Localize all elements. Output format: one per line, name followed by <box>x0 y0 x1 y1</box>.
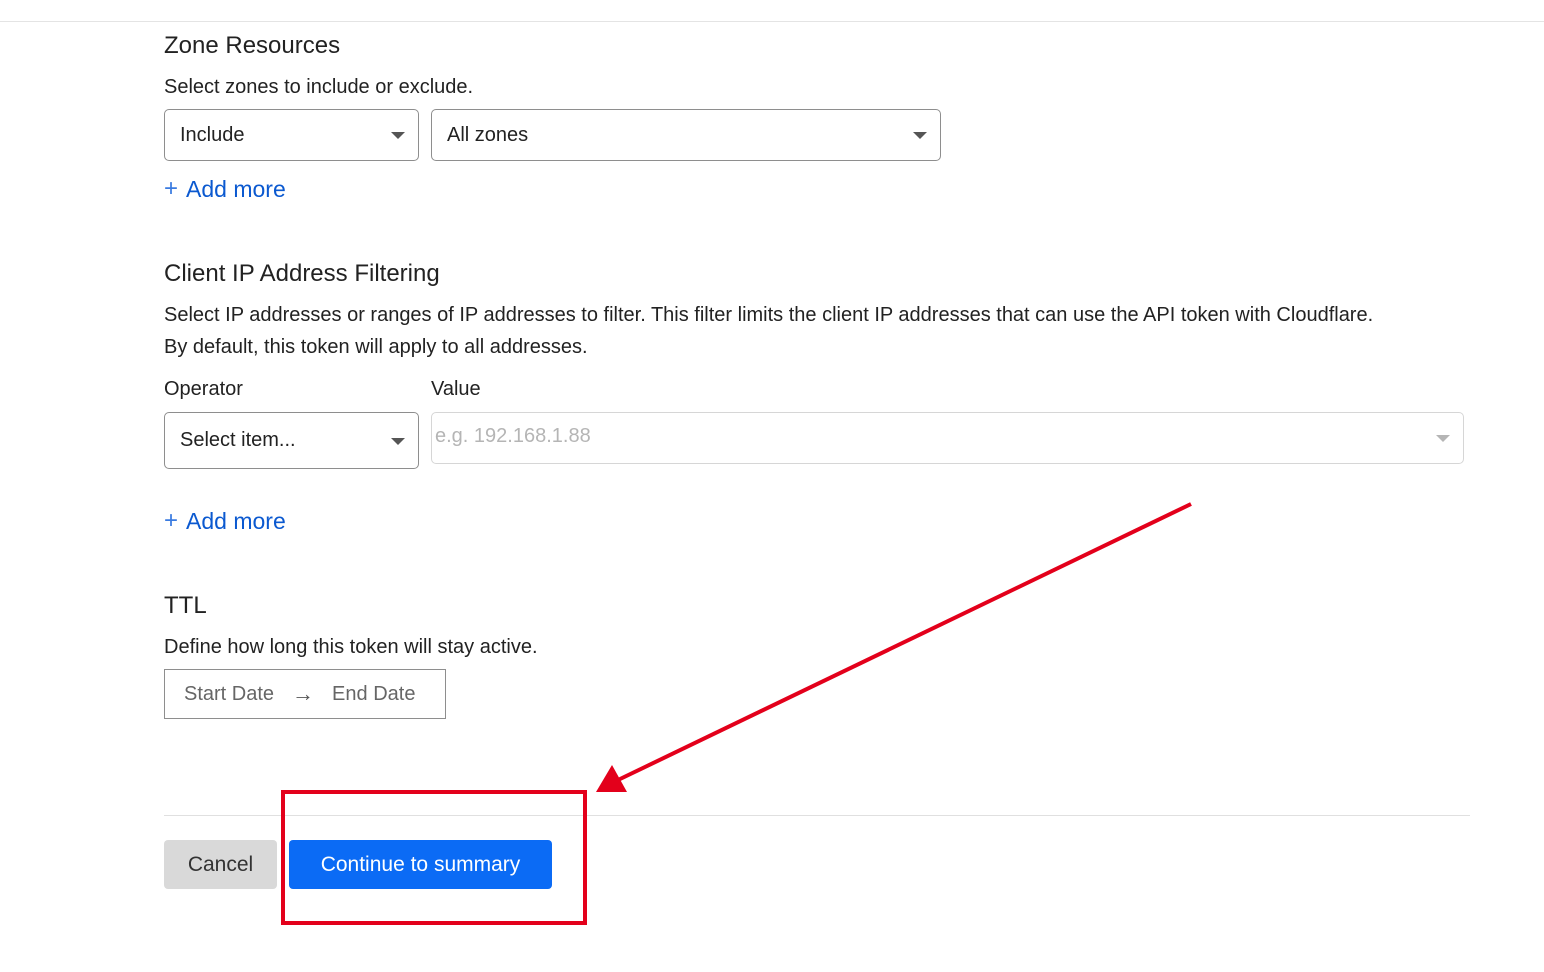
zone-add-more-link[interactable]: + Add more <box>164 175 286 203</box>
arrow-right-icon: → <box>292 681 315 706</box>
annotation-highlight-box <box>281 790 587 925</box>
plus-icon: + <box>164 507 179 534</box>
chevron-down-icon <box>913 132 927 139</box>
ttl-date-range-picker[interactable]: Start Date → End Date <box>164 669 446 719</box>
end-date-input[interactable]: End Date <box>332 683 415 706</box>
plus-icon: + <box>164 175 179 202</box>
chevron-down-icon <box>391 437 405 445</box>
cancel-button[interactable]: Cancel <box>164 840 277 889</box>
zone-select[interactable]: All zones <box>431 109 941 161</box>
start-date-input[interactable]: Start Date <box>184 683 274 706</box>
ip-value-placeholder: e.g. 192.168.1.88 <box>435 425 591 447</box>
top-divider <box>0 21 1544 22</box>
ip-filtering-description: Select IP addresses or ranges of IP addr… <box>164 304 1374 358</box>
ip-value-input[interactable]: e.g. 192.168.1.88 <box>431 412 1464 464</box>
chevron-down-icon <box>1436 435 1450 442</box>
zone-resources-description: Select zones to include or exclude. <box>164 76 474 98</box>
ip-add-more-link[interactable]: + Add more <box>164 507 286 535</box>
page: Zone Resources Select zones to include o… <box>0 0 1544 972</box>
zone-select-value: All zones <box>447 123 529 146</box>
zone-mode-value: Include <box>180 123 245 146</box>
zone-add-more-label: Add more <box>186 175 286 202</box>
ttl-title: TTL <box>164 592 207 619</box>
chevron-down-icon <box>391 132 405 139</box>
ip-add-more-label: Add more <box>186 507 286 534</box>
operator-select[interactable]: Select item... <box>164 412 419 469</box>
zone-mode-select[interactable]: Include <box>164 109 419 161</box>
ip-filtering-title: Client IP Address Filtering <box>164 260 440 287</box>
zone-resources-title: Zone Resources <box>164 32 341 59</box>
ttl-description: Define how long this token will stay act… <box>164 636 538 658</box>
operator-label: Operator <box>164 378 243 400</box>
operator-select-value: Select item... <box>180 429 296 451</box>
value-label: Value <box>431 378 481 400</box>
